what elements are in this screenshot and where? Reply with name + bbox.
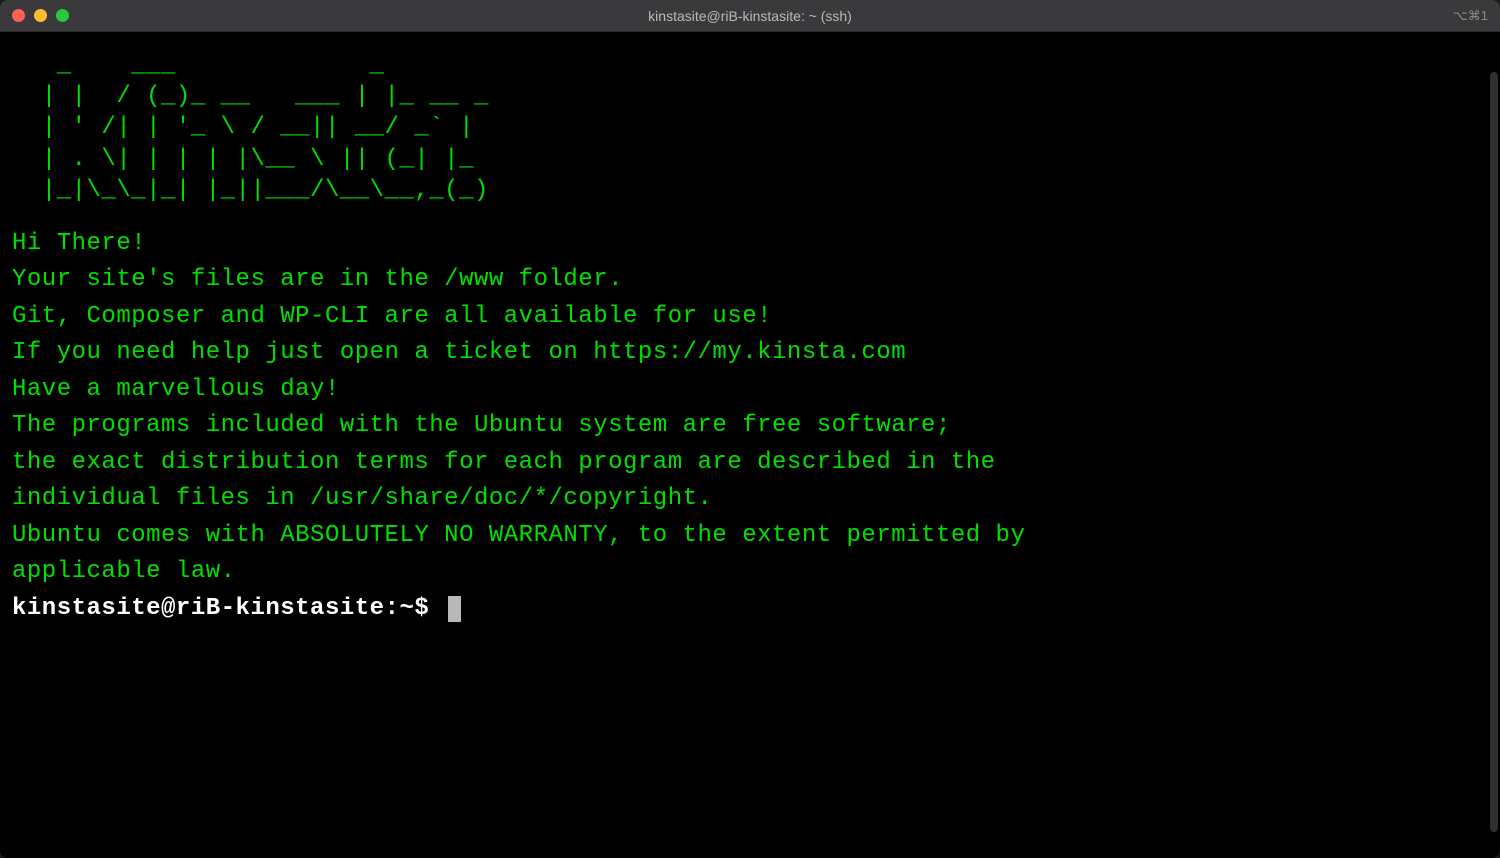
motd-line: If you need help just open a ticket on h… xyxy=(12,335,1488,371)
cursor-icon xyxy=(448,596,461,622)
motd-line: the exact distribution terms for each pr… xyxy=(12,445,1488,481)
traffic-lights xyxy=(12,9,69,22)
motd-line: Have a marvellous day! xyxy=(12,372,1488,408)
shell-prompt[interactable]: kinstasite@riB-kinstasite:~$ xyxy=(12,591,1488,627)
maximize-button[interactable] xyxy=(56,9,69,22)
titlebar: kinstasite@riB-kinstasite: ~ (ssh) ⌥⌘1 xyxy=(0,0,1500,32)
terminal-content[interactable]: _ ___ _ | | / (_)_ __ ___ | |_ __ _ | ' … xyxy=(0,32,1500,858)
motd-line: The programs included with the Ubuntu sy… xyxy=(12,408,1488,444)
window-title: kinstasite@riB-kinstasite: ~ (ssh) xyxy=(648,8,852,24)
minimize-button[interactable] xyxy=(34,9,47,22)
motd-line: Hi There! xyxy=(12,226,1488,262)
motd-line: Git, Composer and WP-CLI are all availab… xyxy=(12,299,1488,335)
motd-line: applicable law. xyxy=(12,554,1488,590)
close-button[interactable] xyxy=(12,9,25,22)
keyboard-shortcut-label: ⌥⌘1 xyxy=(1453,8,1488,24)
prompt-path: ~ xyxy=(399,595,414,622)
terminal-window: kinstasite@riB-kinstasite: ~ (ssh) ⌥⌘1 _… xyxy=(0,0,1500,858)
motd-line: individual files in /usr/share/doc/*/cop… xyxy=(12,481,1488,517)
prompt-symbol: $ xyxy=(414,595,444,622)
prompt-user-host: kinstasite@riB-kinstasite xyxy=(12,595,385,622)
motd-line: Your site's files are in the /www folder… xyxy=(12,262,1488,298)
ascii-banner: _ ___ _ | | / (_)_ __ ___ | |_ __ _ | ' … xyxy=(12,50,1488,206)
motd-line: Ubuntu comes with ABSOLUTELY NO WARRANTY… xyxy=(12,518,1488,554)
prompt-separator: : xyxy=(385,595,400,622)
scrollbar[interactable] xyxy=(1490,72,1498,832)
